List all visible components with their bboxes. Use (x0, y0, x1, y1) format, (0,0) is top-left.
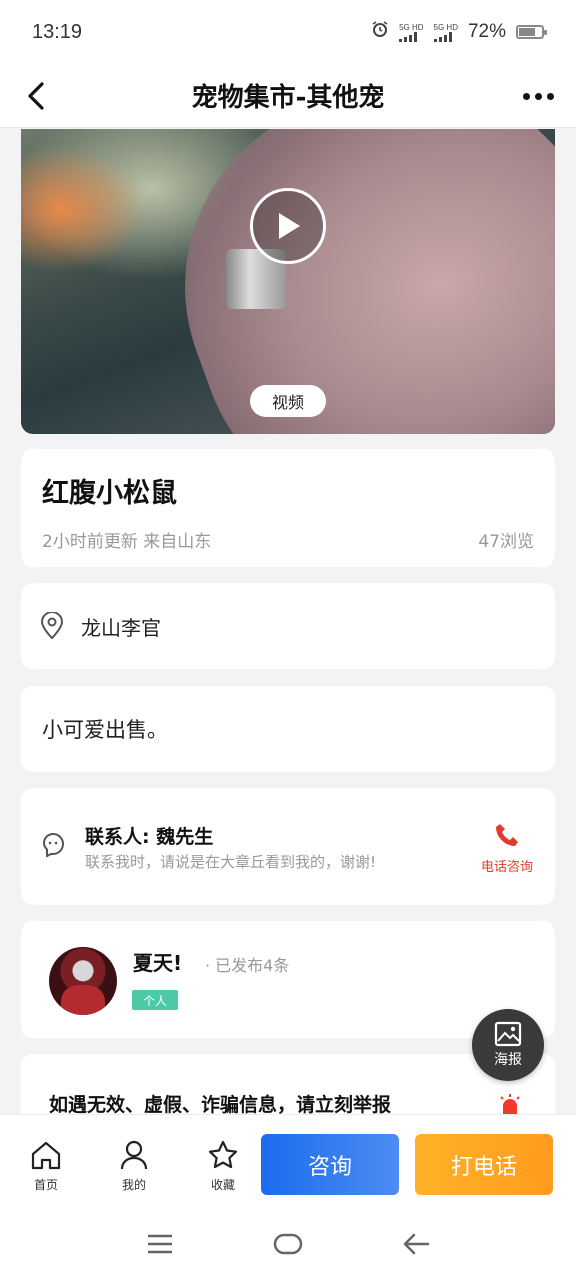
play-button[interactable] (250, 188, 326, 264)
alarm-siren-icon (499, 1094, 521, 1114)
page-title: 宠物集市-其他宠 (191, 83, 385, 113)
more-icon-dot (534, 92, 542, 100)
signal-icon-2: 5G HD (433, 22, 458, 42)
status-bar: 13:19 5G HD 5G HD 72% (0, 0, 576, 64)
image-icon (494, 1021, 522, 1047)
star-icon (208, 1140, 238, 1169)
back-system-icon[interactable] (402, 1232, 430, 1260)
recent-apps-icon[interactable] (147, 1232, 173, 1260)
home-icon (31, 1141, 61, 1170)
seller-card[interactable]: 夏天! · 已发布4条 个人 (21, 921, 555, 1038)
play-icon (279, 213, 300, 239)
report-text: 如遇无效、虚假、诈骗信息，请立刻举报 (49, 1094, 392, 1114)
contact-card: 联系人: 魏先生 联系我时，请说是在大章丘看到我的，谢谢! 电话咨询 (21, 788, 555, 905)
system-nav-bar (0, 1212, 576, 1280)
contact-person-icon (41, 832, 65, 864)
signal-2-label: 5G HD (433, 22, 458, 32)
listing-views: 47浏览 (478, 532, 534, 552)
bottom-action-bar: 首页 我的 收藏 咨询 打电话 (0, 1114, 576, 1212)
location-pin-icon (40, 612, 64, 640)
nav-bar: 宠物集市-其他宠 (0, 64, 576, 128)
more-button[interactable] (518, 82, 558, 110)
avatar[interactable] (49, 947, 117, 1015)
battery-icon (516, 25, 547, 39)
signal-icon-1: 5G HD (399, 22, 424, 42)
poster-button[interactable]: 海报 (472, 1009, 544, 1081)
call-button[interactable]: 打电话 (415, 1134, 553, 1195)
tab-favorite[interactable]: 收藏 (198, 1139, 248, 1193)
detail-content[interactable]: 视频 红腹小松鼠 2小时前更新 来自山东 47浏览 龙山李官 小可爱出售。 联系… (0, 129, 576, 1114)
back-button[interactable] (16, 74, 56, 118)
poster-label: 海报 (494, 1052, 522, 1068)
listing-meta: 2小时前更新 来自山东 (42, 532, 212, 552)
consult-button[interactable]: 咨询 (261, 1134, 399, 1195)
home-system-icon[interactable] (273, 1232, 303, 1260)
video-frame-arm (131, 129, 555, 434)
signal-1-label: 5G HD (399, 22, 424, 32)
listing-title-card: 红腹小松鼠 2小时前更新 来自山东 47浏览 (21, 449, 555, 567)
tab-favorite-label: 收藏 (210, 1178, 235, 1192)
more-icon-dot (546, 92, 554, 100)
location-text: 龙山李官 (81, 615, 161, 640)
description-card: 小可爱出售。 (21, 686, 555, 772)
phone-consult-label: 电话咨询 (480, 860, 533, 875)
contact-person: 联系人: 魏先生 (85, 826, 214, 848)
more-icon-dot (522, 92, 530, 100)
video-tag: 视频 (250, 385, 326, 417)
user-icon (120, 1140, 148, 1170)
description-text: 小可爱出售。 (42, 718, 168, 742)
chevron-left-icon (28, 82, 44, 110)
video-player[interactable]: 视频 (21, 129, 555, 434)
alarm-icon (371, 20, 389, 44)
phone-consult-button[interactable]: 电话咨询 (477, 822, 537, 875)
phone-icon (496, 824, 518, 846)
location-card[interactable]: 龙山李官 (21, 583, 555, 669)
contact-hint: 联系我时，请说是在大章丘看到我的，谢谢! (85, 853, 377, 871)
tab-mine-label: 我的 (121, 1178, 146, 1192)
seller-name: 夏天! (133, 951, 183, 975)
tab-mine[interactable]: 我的 (109, 1139, 159, 1193)
tab-home-label: 首页 (33, 1178, 58, 1192)
seller-type-badge: 个人 (132, 990, 178, 1010)
battery-percent: 72% (467, 21, 506, 42)
status-icons: 5G HD 5G HD 72% (371, 20, 547, 44)
seller-post-count: · 已发布4条 (205, 956, 290, 975)
status-time: 13:19 (32, 20, 83, 43)
listing-name: 红腹小松鼠 (42, 478, 177, 509)
report-card[interactable]: 如遇无效、虚假、诈骗信息，请立刻举报 (21, 1054, 555, 1114)
tab-home[interactable]: 首页 (21, 1139, 71, 1193)
